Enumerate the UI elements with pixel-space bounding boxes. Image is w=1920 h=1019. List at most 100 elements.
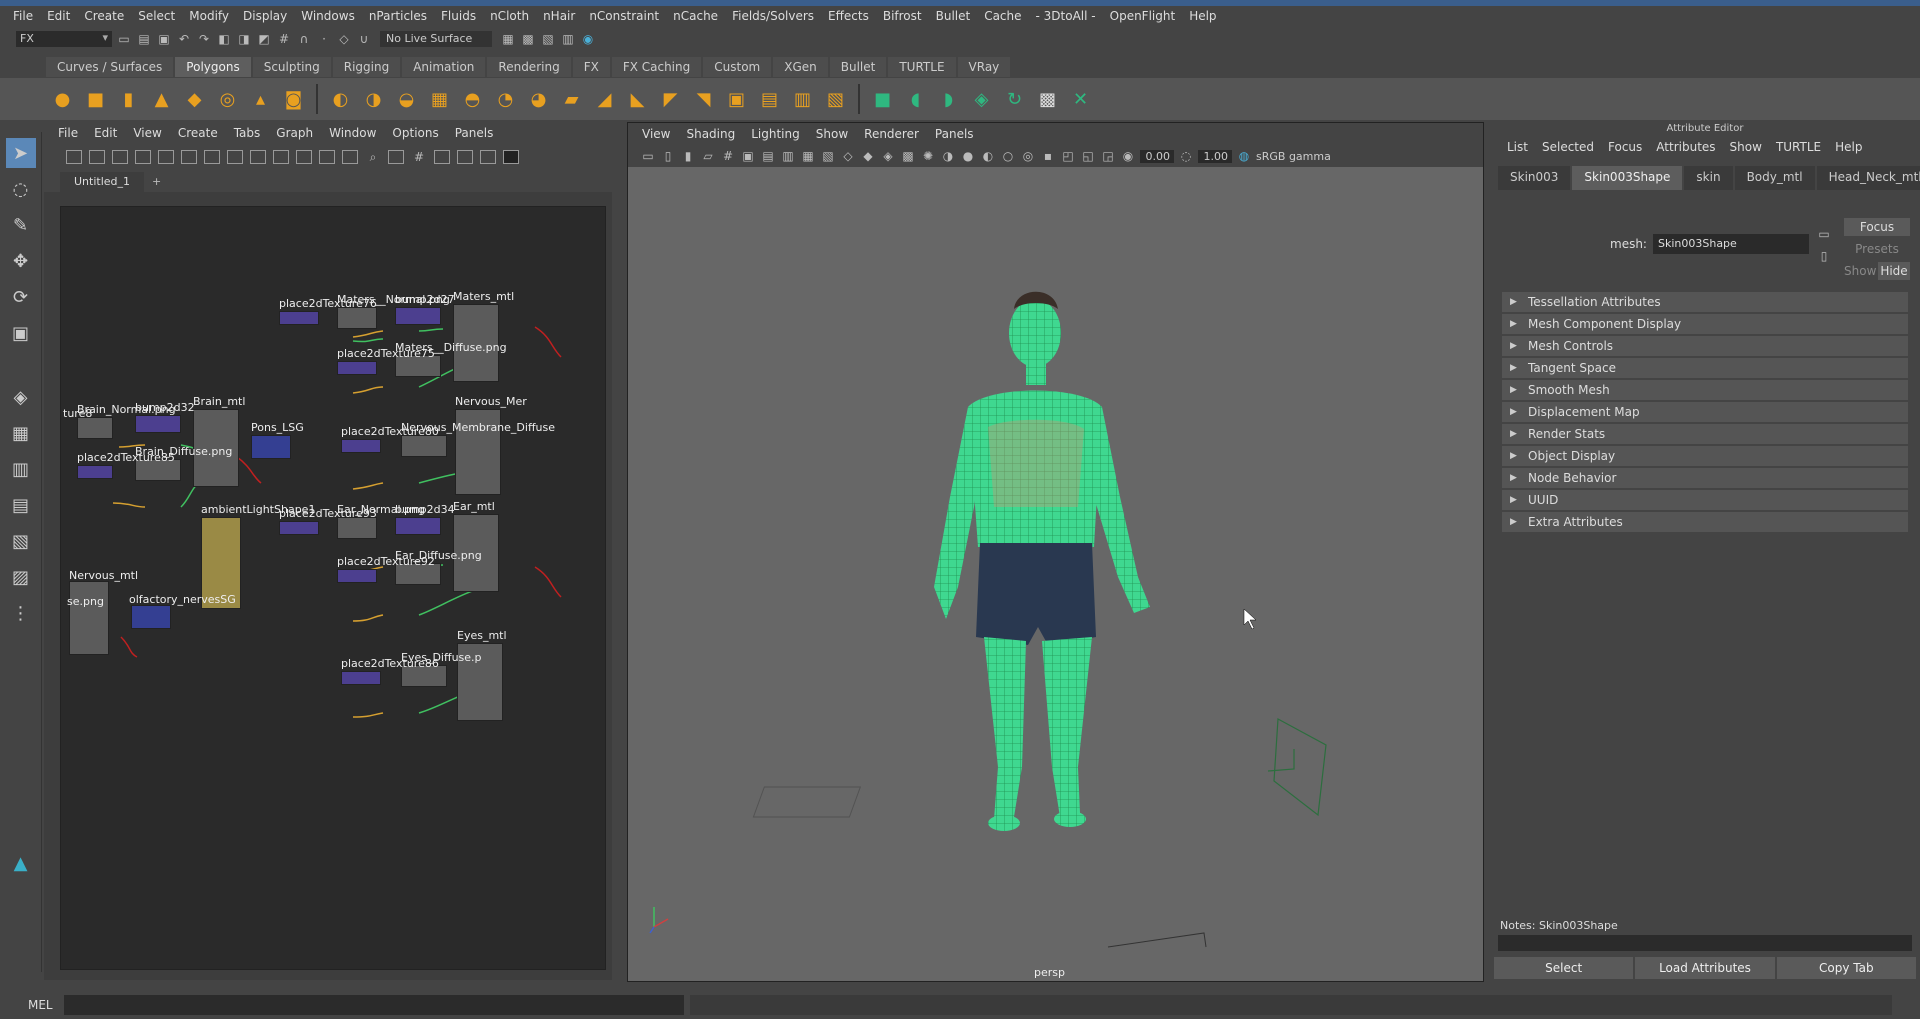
section-tessellation-attributes[interactable]: ▶ Tessellation Attributes xyxy=(1502,292,1908,312)
graph-input-icon[interactable] xyxy=(66,150,82,164)
menu-help[interactable]: Help xyxy=(1182,9,1223,23)
ipr-render-icon[interactable]: ▧ xyxy=(540,31,556,47)
layout-outliner-icon[interactable]: ▨ xyxy=(6,562,36,592)
live-surface-field[interactable]: No Live Surface xyxy=(380,31,492,47)
layout-four-icon[interactable]: ▥ xyxy=(6,454,36,484)
section-mesh-controls[interactable]: ▶ Mesh Controls xyxy=(1502,336,1908,356)
shelf-tab-turtle[interactable]: TURTLE xyxy=(888,57,956,77)
safe-action-icon[interactable]: ▧ xyxy=(820,148,836,164)
node-ear-normal[interactable] xyxy=(337,517,377,539)
expand-arrow-icon[interactable]: ▶ xyxy=(1510,517,1528,527)
section-object-display[interactable]: ▶ Object Display xyxy=(1502,446,1908,466)
colorspace-label[interactable]: sRGB gamma xyxy=(1256,150,1331,163)
expand-arrow-icon[interactable]: ▶ xyxy=(1510,495,1528,505)
shelf-tab-custom[interactable]: Custom xyxy=(703,57,772,77)
bookmark-icon[interactable]: ▮ xyxy=(680,148,696,164)
bridge-icon[interactable]: ◕ xyxy=(524,85,553,114)
node-bump2d27[interactable] xyxy=(395,307,441,325)
render-view-icon[interactable]: ▦ xyxy=(500,31,516,47)
ae-tab-head-neck-mtl[interactable]: Head_Neck_mtl xyxy=(1816,166,1920,190)
expand-arrow-icon[interactable]: ▶ xyxy=(1510,363,1528,373)
section-smooth-mesh[interactable]: ▶ Smooth Mesh xyxy=(1502,380,1908,400)
resolution-gate-icon[interactable]: ▤ xyxy=(760,148,776,164)
section-tangent-space[interactable]: ▶ Tangent Space xyxy=(1502,358,1908,378)
clear-graph-icon[interactable] xyxy=(135,150,151,164)
layout-more-icon[interactable]: ⋮ xyxy=(6,598,36,628)
snap-curve-icon[interactable]: ∩ xyxy=(296,31,312,47)
hypershade-menu-window[interactable]: Window xyxy=(321,126,384,140)
expand-arrow-icon[interactable]: ▶ xyxy=(1510,385,1528,395)
snap-grid-icon[interactable] xyxy=(434,150,450,164)
select-object-icon[interactable]: ◨ xyxy=(236,31,252,47)
lasso-tool-icon[interactable]: ◌ xyxy=(6,174,36,204)
viewport-menu-renderer[interactable]: Renderer xyxy=(856,127,927,141)
poly-cube-icon[interactable]: ■ xyxy=(81,85,110,114)
poly-pipe-icon[interactable]: ◙ xyxy=(279,85,308,114)
new-scene-icon[interactable]: ▭ xyxy=(116,31,132,47)
shelf-tab-xgen[interactable]: XGen xyxy=(773,57,828,77)
ae-button-copy-tab[interactable]: Copy Tab xyxy=(1776,957,1916,979)
sew-uv-icon[interactable]: ✕ xyxy=(1066,85,1095,114)
color-management-icon[interactable]: ◍ xyxy=(1236,148,1252,164)
menu-edit[interactable]: Edit xyxy=(40,9,77,23)
viewport-menu-view[interactable]: View xyxy=(634,127,678,141)
show-button[interactable]: Show xyxy=(1844,262,1876,280)
fill-hole-icon[interactable]: ◤ xyxy=(656,85,685,114)
xray-joints-icon[interactable]: ◱ xyxy=(1080,148,1096,164)
custom-view-icon[interactable] xyxy=(342,150,358,164)
menu-display[interactable]: Display xyxy=(236,9,294,23)
add-selected-icon[interactable] xyxy=(227,150,243,164)
command-language-label[interactable]: MEL xyxy=(0,998,60,1012)
notes-field[interactable] xyxy=(1498,935,1912,951)
extract-icon[interactable]: ◒ xyxy=(392,85,421,114)
layout-two-icon[interactable]: ▤ xyxy=(6,490,36,520)
refresh-icon[interactable] xyxy=(480,150,496,164)
gamma-icon[interactable]: ◌ xyxy=(1178,148,1194,164)
section-displacement-map[interactable]: ▶ Displacement Map xyxy=(1502,402,1908,422)
section-uuid[interactable]: ▶ UUID xyxy=(1502,490,1908,510)
presets-button[interactable]: Presets xyxy=(1844,240,1910,258)
spherical-uv-icon[interactable]: ◗ xyxy=(934,85,963,114)
expand-arrow-icon[interactable]: ▶ xyxy=(1510,407,1528,417)
graph-io-icon[interactable] xyxy=(89,150,105,164)
shelf-tab-fx-caching[interactable]: FX Caching xyxy=(611,57,702,77)
load-selected-icon[interactable]: ▭ xyxy=(1816,226,1832,242)
viewport-menu-panels[interactable]: Panels xyxy=(927,127,982,141)
film-gate-icon[interactable]: ▣ xyxy=(740,148,756,164)
node-place2dtexture92[interactable] xyxy=(337,569,377,583)
menu-ncache[interactable]: nCache xyxy=(666,9,725,23)
hypershade-menu-view[interactable]: View xyxy=(125,126,169,140)
hypershade-menu-file[interactable]: File xyxy=(50,126,86,140)
shelf-tab-rendering[interactable]: Rendering xyxy=(487,57,571,77)
node-place2dtexture80[interactable] xyxy=(341,439,381,453)
menu-nhair[interactable]: nHair xyxy=(536,9,582,23)
camera-attrs-icon[interactable]: ▯ xyxy=(660,148,676,164)
section-extra-attributes[interactable]: ▶ Extra Attributes xyxy=(1502,512,1908,532)
edge-loop-icon[interactable]: ▤ xyxy=(755,85,784,114)
full-view-icon[interactable] xyxy=(319,150,335,164)
rotate-tool-icon[interactable]: ⟳ xyxy=(6,282,36,312)
redo-icon[interactable]: ↷ xyxy=(196,31,212,47)
snap-point-icon[interactable]: · xyxy=(316,31,332,47)
anti-alias-icon[interactable]: ○ xyxy=(1000,148,1016,164)
offset-loop-icon[interactable]: ▧ xyxy=(821,85,850,114)
motion-blur-icon[interactable]: ◐ xyxy=(980,148,996,164)
hypershade-icon[interactable]: ◉ xyxy=(580,31,596,47)
auto-uv-icon[interactable]: ◈ xyxy=(967,85,996,114)
wireframe-icon[interactable]: ◇ xyxy=(840,148,856,164)
exposure-field[interactable]: 0.00 xyxy=(1140,149,1174,163)
expand-arrow-icon[interactable]: ▶ xyxy=(1510,297,1528,307)
ae-tab-body-mtl[interactable]: Body_mtl xyxy=(1734,166,1815,190)
menu-ncloth[interactable]: nCloth xyxy=(483,9,536,23)
hypershade-menu-edit[interactable]: Edit xyxy=(86,126,125,140)
render-settings-icon[interactable]: ▥ xyxy=(560,31,576,47)
open-scene-icon[interactable]: ▤ xyxy=(136,31,152,47)
graph-output-icon[interactable] xyxy=(112,150,128,164)
hypershade-menu-options[interactable]: Options xyxy=(384,126,446,140)
search-icon[interactable]: ⌕ xyxy=(365,149,381,165)
node-brain-normal[interactable] xyxy=(77,417,113,439)
save-scene-icon[interactable]: ▣ xyxy=(156,31,172,47)
wireframe-on-shaded-icon[interactable]: ◈ xyxy=(880,148,896,164)
section-mesh-component-display[interactable]: ▶ Mesh Component Display xyxy=(1502,314,1908,334)
checker-icon[interactable]: ▩ xyxy=(1033,85,1062,114)
